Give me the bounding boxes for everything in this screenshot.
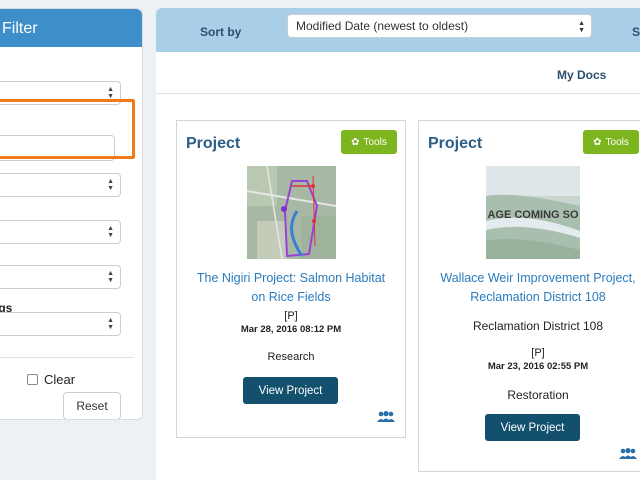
card-category: Research (267, 351, 315, 363)
view-project-button[interactable]: View Project (243, 377, 338, 404)
card-flag: [P] (284, 310, 298, 322)
clear-row: Clear (27, 372, 75, 387)
filter-header: Filter (0, 9, 142, 47)
tools-label: Tools (363, 136, 387, 148)
sort-selected-value: Modified Date (newest to oldest) (296, 19, 469, 33)
gear-icon: ✿ (593, 136, 602, 148)
sort-label: Sort by (200, 25, 242, 39)
highlight-box (0, 99, 135, 159)
project-map-thumbnail[interactable] (247, 166, 336, 259)
view-project-button[interactable]: View Project (485, 414, 580, 441)
tab-my-docs[interactable]: My Docs (557, 68, 606, 82)
card-date: Mar 28, 2016 08:12 PM (240, 324, 342, 335)
tabs-bar: My Docs (156, 52, 640, 94)
tools-button[interactable]: ✿ Tools (341, 130, 397, 154)
tools-label: Tools (605, 136, 629, 148)
select-arrows-icon: ▲ ▼ (578, 20, 585, 34)
card-title-link[interactable]: The Nigiri Project: Salmon Habitat on Ri… (177, 269, 405, 307)
clear-label: Clear (44, 372, 76, 387)
filter-select-4[interactable]: ▲ ▼ (0, 265, 121, 289)
select-arrows-icon: ▲ ▼ (107, 86, 114, 100)
card-date: Mar 23, 2016 02:55 PM (487, 361, 589, 372)
image-coming-soon-thumbnail[interactable]: AGE COMING SO (486, 166, 580, 259)
card-flag: [P] (531, 347, 545, 359)
sort-right-label: S (632, 25, 640, 39)
clear-checkbox[interactable] (27, 374, 38, 385)
sort-bar: Sort by Modified Date (newest to oldest)… (156, 8, 640, 52)
card-heading: Project (186, 135, 241, 152)
select-arrows-icon: ▲ ▼ (107, 225, 114, 239)
select-arrows-icon: ▲ ▼ (107, 178, 114, 192)
card-subtitle: Reclamation District 108 (472, 319, 604, 333)
select-arrows-icon: ▲ ▼ (107, 317, 114, 331)
card-title-line: on Rice Fields (251, 290, 331, 304)
card-category: Restoration (507, 388, 569, 402)
group-icon (619, 448, 637, 459)
card-title-link[interactable]: Wallace Weir Improvement Project, Reclam… (419, 269, 640, 307)
filter-divider (0, 357, 134, 358)
card-heading: Project (428, 135, 483, 152)
image-placeholder-text: AGE COMING SO (487, 209, 579, 221)
project-card: Project ✿ Tools The Nigiri Project: Salm… (176, 120, 406, 438)
gear-icon: ✿ (351, 136, 360, 148)
card-title-line: The Nigiri Project: Salmon Habitat (196, 271, 386, 285)
filter-select-3[interactable]: ▲ ▼ (0, 220, 121, 244)
tools-button[interactable]: ✿ Tools (583, 130, 639, 154)
filter-panel: Filter ▲▼ ▲▼ ▲▼ ▲▼ ngs ▲▼ Clear Reset (0, 8, 143, 420)
sort-select[interactable]: Modified Date (newest to oldest) ▲ ▼ (287, 14, 592, 38)
project-card: Project ✿ Tools AGE COMING SO Wallace We… (418, 120, 640, 472)
select-arrows-icon: ▲ ▼ (107, 270, 114, 284)
group-icon (377, 411, 395, 422)
card-title-line: Wallace Weir Improvement Project, (440, 271, 636, 285)
filter-select-5[interactable]: ▲ ▼ (0, 312, 121, 336)
filter-title: Filter (2, 20, 38, 37)
card-title-line: Reclamation District 108 (470, 290, 606, 304)
reset-button[interactable]: Reset (63, 392, 121, 419)
filter-select-2[interactable]: ▲ ▼ (0, 173, 121, 197)
